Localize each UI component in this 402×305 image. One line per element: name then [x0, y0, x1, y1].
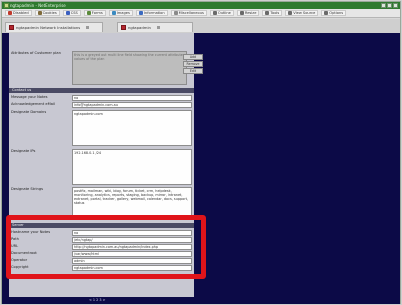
- tools-icon: [265, 11, 270, 15]
- toolbar-information-button[interactable]: Information: [135, 10, 168, 16]
- edit-attribute-button[interactable]: Edit: [183, 68, 203, 74]
- red-square-icon: [8, 11, 12, 15]
- red-favicon-icon: [121, 25, 126, 30]
- red-favicon-icon: [9, 25, 14, 30]
- title-bar: ngtapadmin - NetEnterprise: [2, 2, 400, 9]
- close-icon[interactable]: [393, 3, 398, 8]
- field-row: Message your Notes no: [9, 95, 194, 101]
- ips-textarea[interactable]: 192.168.0.1 /24: [72, 149, 192, 185]
- tab-close-icon[interactable]: [86, 26, 90, 29]
- app-icon: [4, 3, 9, 8]
- css-icon: [65, 11, 70, 15]
- section-contact: Contact us: [9, 88, 194, 93]
- attributes-field[interactable]: this is a greyed out multi line field sh…: [72, 51, 187, 85]
- toolbar-options-button[interactable]: Options: [321, 10, 347, 16]
- attributes-label: Attributes of Customer plan: [11, 51, 61, 55]
- ips-label: Designate IPs: [11, 149, 36, 153]
- source-icon: [288, 11, 293, 15]
- window-title: ngtapadmin - NetEnterprise: [10, 3, 66, 8]
- toolbar-images-button[interactable]: Images: [108, 10, 133, 16]
- page-footer: < 1 2 3 >: [9, 297, 194, 304]
- outline-icon: [212, 11, 217, 15]
- toolbar-tools-button[interactable]: Tools: [262, 10, 283, 16]
- toolbar-disabled-button[interactable]: Disabled: [5, 10, 32, 16]
- resize-icon: [239, 11, 244, 15]
- add-attribute-button[interactable]: Add: [183, 54, 203, 60]
- attributes-row: Attributes of Customer plan this is a gr…: [9, 51, 194, 85]
- maximize-icon[interactable]: [387, 3, 392, 8]
- field-label: Message your Notes: [11, 95, 48, 99]
- tab-ngtapadmin[interactable]: ngtapadmin: [117, 22, 193, 32]
- toolbar-miscellaneous-button[interactable]: Miscellaneous: [170, 10, 207, 16]
- toolbar-cookies-button[interactable]: Cookies: [34, 10, 60, 16]
- ips-row: Designate IPs 192.168.0.1 /24: [9, 149, 194, 185]
- options-icon: [324, 11, 329, 15]
- field-row: Acknowledgement eMail info@ngtapadmin.co…: [9, 102, 194, 108]
- misc-icon: [173, 11, 178, 15]
- images-icon: [111, 11, 116, 15]
- domains-label: Designate Domains: [11, 110, 47, 114]
- strings-row: Designate Strings postfix, mailman, wiki…: [9, 187, 194, 217]
- strings-label: Designate Strings: [11, 187, 43, 191]
- tab-close-icon[interactable]: [156, 26, 160, 29]
- domains-row: Designate Domains ngtapadmin.com: [9, 110, 194, 146]
- browser-window: ngtapadmin - NetEnterprise Disabled Cook…: [1, 1, 401, 304]
- developer-toolbar: Disabled Cookies CSS Forms Images Inform…: [2, 9, 400, 18]
- acknowledgement-email-input[interactable]: info@ngtapadmin.com.au: [72, 102, 192, 108]
- toolbar-view-source-button[interactable]: View Source: [285, 10, 319, 16]
- toolbar-resize-button[interactable]: Resize: [236, 10, 260, 16]
- forms-icon: [86, 11, 91, 15]
- highlight-box: [6, 215, 206, 279]
- remove-attribute-button[interactable]: Remove: [183, 61, 203, 67]
- cookie-icon: [37, 11, 42, 15]
- domains-textarea[interactable]: ngtapadmin.com: [72, 110, 192, 146]
- pagination[interactable]: < 1 2 3 >: [89, 298, 105, 302]
- field-label: Acknowledgement eMail: [11, 102, 55, 106]
- toolbar-css-button[interactable]: CSS: [62, 10, 81, 16]
- toolbar-forms-button[interactable]: Forms: [83, 10, 106, 16]
- info-icon: [138, 11, 143, 15]
- tab-network-installations[interactable]: ngtapadmin Network Installations: [5, 22, 103, 32]
- window-controls: [381, 3, 398, 8]
- page-viewport: Attributes of Customer plan this is a gr…: [2, 33, 400, 304]
- toolbar-outline-button[interactable]: Outline: [209, 10, 234, 16]
- strings-textarea[interactable]: postfix, mailman, wiki, blog, forum, tic…: [72, 187, 192, 217]
- attribute-side-buttons: Add Remove Edit: [183, 54, 204, 75]
- minimize-icon[interactable]: [381, 3, 386, 8]
- message-notes-input[interactable]: no: [72, 95, 192, 101]
- tab-strip: ngtapadmin Network Installations ngtapad…: [2, 19, 400, 33]
